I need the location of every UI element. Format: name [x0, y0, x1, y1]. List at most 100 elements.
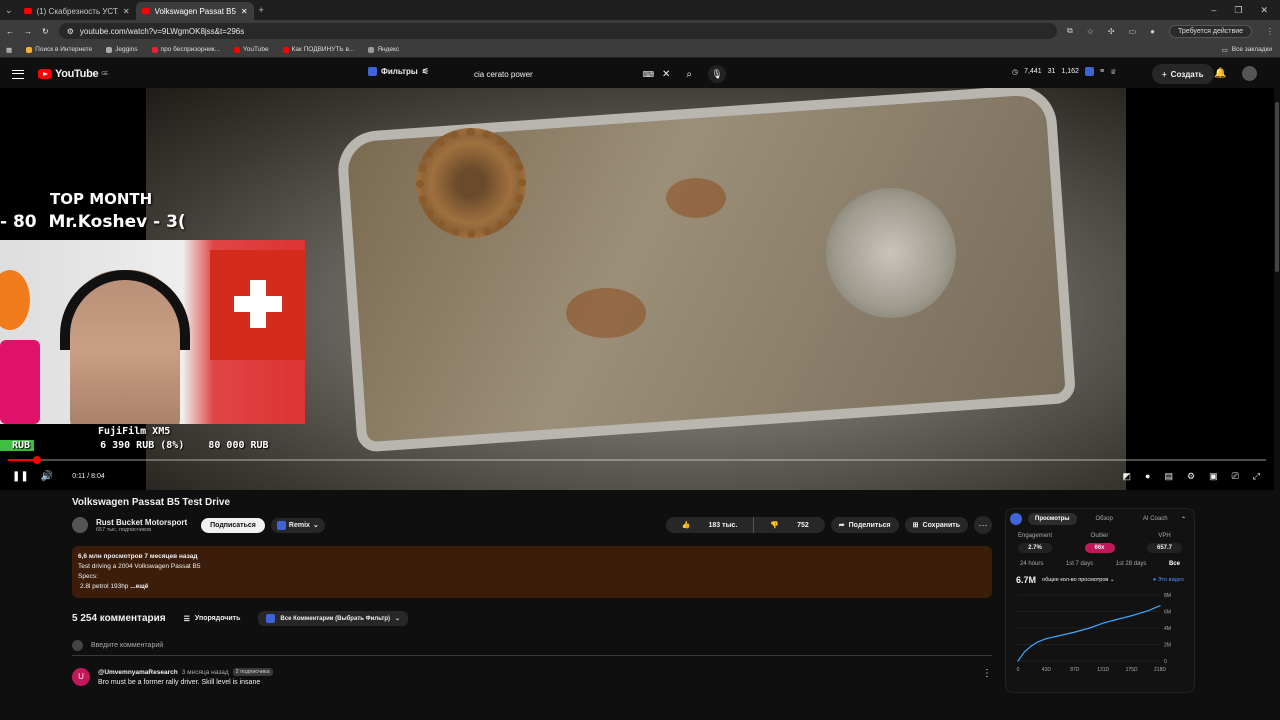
trophy-icon[interactable]: ♕	[1110, 68, 1116, 76]
extensions-icon[interactable]: ✣	[1108, 27, 1115, 36]
bookmark-item[interactable]: YouTube	[234, 46, 269, 53]
bookmark-item[interactable]: про беспризорник...	[151, 46, 220, 53]
browser-tab-1[interactable]: (1) Скабрезность УСТАЛ от ск... ✕	[18, 2, 136, 20]
scrollbar-thumb[interactable]	[1275, 102, 1279, 272]
comment-menu-icon[interactable]: ⋮	[982, 668, 992, 686]
channel-info: Rust Bucket Motorsport 657 тыс. подписчи…	[96, 518, 187, 533]
share-button[interactable]: ➦ Поделиться	[830, 517, 899, 533]
views-data-point	[1036, 641, 1039, 643]
period-option-selected[interactable]: Все	[1169, 561, 1180, 567]
sort-button[interactable]: ☰ Упорядочить	[184, 615, 241, 623]
views-series-line	[1017, 605, 1161, 662]
bookmark-icon	[106, 46, 113, 53]
subtitles-icon[interactable]: ▤	[1164, 471, 1173, 482]
search-box[interactable]: cia cerato power ⌨ ✕ ⌕	[466, 64, 700, 84]
url-field[interactable]: ⚙ youtube.com/watch?v=9LWgmOK8jss&t=296s	[58, 23, 1057, 39]
hamburger-menu-icon[interactable]	[12, 69, 24, 79]
filters-button[interactable]: Фильтры ⚟	[368, 67, 429, 76]
action-required-button[interactable]: Требуется действие	[1168, 24, 1252, 38]
search-input[interactable]: cia cerato power	[474, 70, 642, 79]
extension-icon[interactable]	[1084, 67, 1094, 76]
autoplay-toggle-icon[interactable]: ●	[1145, 471, 1150, 481]
views-data-point	[1089, 627, 1091, 629]
remix-button[interactable]: Remix ⌄	[270, 517, 325, 533]
menu-icon[interactable]: ⋮	[1266, 27, 1274, 36]
forward-icon[interactable]: →	[24, 27, 32, 36]
fullscreen-icon[interactable]: ⤢	[1253, 471, 1260, 482]
bookmark-item[interactable]: Поиск в Интернете	[26, 46, 92, 53]
comment-filter-dropdown[interactable]: Все Комментарии (Выбрать Фильтр) ⌄	[258, 611, 409, 626]
header-stats: ◷ 7,441 31 1,162 ≡ ♕	[1012, 67, 1116, 76]
close-tab-icon[interactable]: ✕	[241, 7, 248, 16]
dislike-button[interactable]: 👎 752	[754, 517, 824, 533]
comment-input-row[interactable]: Введите комментарий	[72, 640, 992, 656]
progress-scrubber[interactable]	[32, 456, 41, 464]
like-button[interactable]: 👍 183 тыс.	[666, 517, 754, 533]
install-icon[interactable]: ⧉	[1067, 26, 1073, 36]
period-option[interactable]: 24 hours	[1020, 561, 1043, 567]
save-button[interactable]: ⊞ Сохранить	[904, 517, 968, 533]
video-player[interactable]: TOP MONTH - 80 Mr.Koshev - 3( FujiFilm X…	[0, 88, 1274, 490]
cast-icon[interactable]: ▭	[1129, 27, 1137, 36]
settings-gear-icon[interactable]: ⚙	[1187, 471, 1195, 482]
site-info-icon[interactable]: ⚙	[67, 27, 74, 36]
x-tick-label: 131D	[1097, 667, 1109, 673]
tab-search-icon[interactable]: ⌄	[0, 5, 18, 16]
sort-icon: ☰	[183, 615, 190, 623]
comment-input[interactable]: Введите комментарий	[91, 642, 163, 649]
channel-avatar[interactable]	[72, 517, 88, 533]
extension-player-icon[interactable]: ◩	[1123, 471, 1132, 482]
tab-overview[interactable]: Обзор	[1089, 513, 1120, 525]
profile-icon[interactable]: ●	[1150, 27, 1155, 36]
account-avatar[interactable]	[1242, 66, 1257, 81]
apps-icon[interactable]: ▦	[6, 46, 12, 54]
pause-icon[interactable]: ❚❚	[12, 471, 29, 482]
search-icon[interactable]: ⌕	[686, 69, 692, 80]
bookmark-item[interactable]: Jeggins	[106, 46, 138, 53]
all-bookmarks[interactable]: ▭ Все закладки	[1222, 46, 1280, 54]
views-data-point	[1074, 631, 1076, 633]
youtube-play-icon	[38, 69, 52, 79]
channel-name[interactable]: Rust Bucket Motorsport	[96, 518, 187, 527]
clear-search-icon[interactable]: ✕	[662, 69, 670, 80]
miniplayer-icon[interactable]: ▣	[1209, 471, 1218, 482]
bookmark-star-icon[interactable]: ☆	[1087, 27, 1094, 36]
cast-icon[interactable]: ⎚	[1232, 471, 1239, 482]
show-more-link[interactable]: ...ещё	[130, 583, 148, 590]
url-text: youtube.com/watch?v=9LWgmOK8jss&t=296s	[79, 26, 245, 36]
list-icon[interactable]: ≡	[1100, 68, 1104, 75]
new-tab-button[interactable]: +	[254, 5, 269, 15]
views-metric-dropdown[interactable]: общее кол-во просмотров ⌄	[1042, 577, 1114, 583]
reload-icon[interactable]: ↻	[42, 27, 49, 36]
maximize-icon[interactable]: ❐	[1234, 5, 1242, 16]
video-description[interactable]: 6,6 млн просмотров 7 месяцев назад Test …	[72, 546, 992, 598]
remix-icon	[276, 520, 286, 530]
time-display: 0:11 / 8:04	[65, 470, 112, 482]
minimize-icon[interactable]: –	[1211, 5, 1216, 16]
volume-icon[interactable]: 🔊	[41, 471, 53, 482]
bookmark-item[interactable]: Яндекс	[368, 46, 399, 53]
bookmark-item[interactable]: Как ПОДВИНУТЬ в...	[282, 46, 354, 53]
period-option[interactable]: 1st 28 days	[1116, 561, 1147, 567]
commenter-avatar[interactable]: U	[72, 668, 90, 686]
tab-views[interactable]: Просмотры	[1028, 513, 1077, 525]
comment-author[interactable]: @UmvemnyamaResearch	[98, 669, 178, 676]
stat-b: 31	[1047, 68, 1056, 75]
close-window-icon[interactable]: ✕	[1260, 5, 1268, 16]
create-button[interactable]: + Создать	[1152, 64, 1214, 84]
period-option[interactable]: 1st 7 days	[1066, 561, 1093, 567]
progress-bar[interactable]	[8, 456, 1266, 464]
notifications-bell-icon[interactable]: 🔔	[1214, 68, 1226, 79]
close-tab-icon[interactable]: ✕	[123, 7, 130, 16]
page-scrollbar[interactable]	[1274, 88, 1280, 690]
voice-search-icon[interactable]: 🎙	[708, 65, 726, 83]
keyboard-icon[interactable]: ⌨	[642, 70, 654, 79]
more-actions-icon[interactable]: ⋯	[974, 516, 992, 534]
tab-ai-coach[interactable]: AI Coach	[1136, 513, 1175, 525]
browser-tab-2[interactable]: Volkswagen Passat B5 Test ✕	[135, 2, 254, 20]
comment-time[interactable]: 3 месяца назад	[182, 669, 229, 676]
subscribe-button[interactable]: Подписаться	[201, 517, 265, 533]
youtube-logo[interactable]: YouTube GE	[38, 68, 108, 80]
chevron-up-icon[interactable]: ⌃	[1181, 516, 1186, 523]
back-icon[interactable]: ←	[6, 27, 14, 36]
